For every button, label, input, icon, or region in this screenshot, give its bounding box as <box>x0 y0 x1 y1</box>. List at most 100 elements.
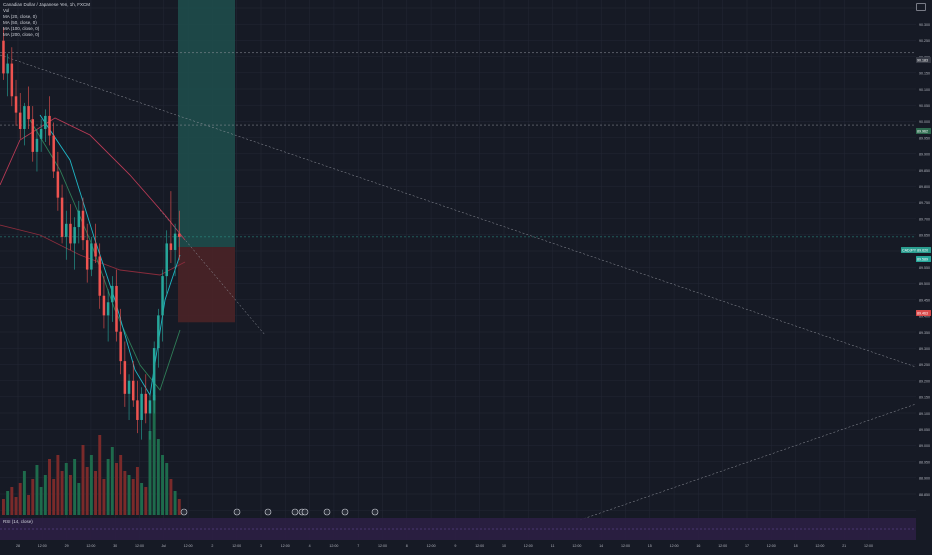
price-tick: 90.100 <box>919 88 930 92</box>
time-tick: 12:00 <box>232 544 241 548</box>
price-tick: 89.200 <box>919 379 930 383</box>
volume-bar <box>64 463 68 515</box>
volume-bar <box>173 491 177 515</box>
price-tag-label: 90.183 <box>917 59 928 63</box>
symbol-title[interactable]: Canadian Dollar / Japanese Yen, 1h, FXCM <box>3 2 90 8</box>
volume-bar <box>127 475 131 515</box>
volume-bar <box>148 431 152 515</box>
event-marker-icon[interactable] <box>341 508 349 516</box>
price-tick: 89.150 <box>919 396 930 400</box>
event-marker-icon[interactable] <box>180 508 188 516</box>
time-tick: 12:00 <box>281 544 290 548</box>
candle-body <box>173 233 177 250</box>
candle-body <box>161 276 164 316</box>
price-tag-label: 89.962 <box>917 130 928 134</box>
price-tick: 89.050 <box>919 428 930 432</box>
volume-bar <box>119 455 123 515</box>
time-tick: 12:00 <box>427 544 436 548</box>
candle-body <box>157 315 160 349</box>
candle-body <box>52 135 55 172</box>
fullscreen-icon[interactable] <box>916 3 926 11</box>
time-tick: 12:00 <box>378 544 387 548</box>
price-chart[interactable]: 90.30090.25090.20090.15090.10090.05090.0… <box>0 0 932 550</box>
time-tick: 11 <box>551 544 555 548</box>
volume-bar <box>110 447 114 515</box>
candle-body <box>18 112 22 129</box>
candle-body <box>136 400 139 420</box>
event-marker-icon[interactable] <box>323 508 331 516</box>
volume-bar <box>77 483 81 515</box>
event-marker-icon[interactable] <box>264 508 272 516</box>
volume-bar <box>106 459 110 515</box>
price-tick: 89.800 <box>919 185 930 189</box>
volume-bar <box>22 471 26 515</box>
volume-bar <box>35 465 39 515</box>
time-tick: 7 <box>357 544 359 548</box>
volume-bar <box>156 439 160 515</box>
volume-bar <box>39 487 43 515</box>
time-tick: 3 <box>260 544 262 548</box>
volume-bar <box>140 483 144 515</box>
event-marker-icon[interactable] <box>233 508 241 516</box>
event-marker-icon[interactable] <box>301 508 309 516</box>
time-tick: 15 <box>648 544 652 548</box>
volume-bar <box>102 479 106 515</box>
time-tick: 12:00 <box>670 544 679 548</box>
event-marker-icon[interactable] <box>291 508 299 516</box>
candle-body <box>77 210 81 228</box>
candle-body <box>152 348 156 401</box>
volume-bar <box>169 479 173 515</box>
time-tick: 12:00 <box>86 544 95 548</box>
candle-body <box>90 243 93 270</box>
price-tick: 89.350 <box>919 331 930 335</box>
volume-bar <box>14 497 18 515</box>
candle-body <box>94 243 97 257</box>
chart-area[interactable]: 90.30090.25090.20090.15090.10090.05090.0… <box>0 0 932 550</box>
candle-body <box>2 40 5 74</box>
price-tick: 89.900 <box>919 153 930 157</box>
candle-body <box>106 302 110 316</box>
price-tick: 89.300 <box>919 347 930 351</box>
time-tick: 14 <box>599 544 603 548</box>
candle-body <box>10 63 14 97</box>
candle-body <box>27 106 30 120</box>
price-tick: 89.850 <box>919 169 930 173</box>
stop-zone[interactable] <box>178 247 235 323</box>
price-tick: 90.050 <box>919 104 930 108</box>
chart-background <box>0 0 932 550</box>
candle-body <box>165 243 168 277</box>
time-tick: Jul <box>161 544 166 548</box>
price-tick: 89.750 <box>919 201 930 205</box>
price-tick: 89.950 <box>919 136 930 140</box>
candle-body <box>144 393 148 414</box>
price-axis[interactable] <box>916 0 932 550</box>
time-tick: 12:00 <box>475 544 484 548</box>
price-tick: 88.900 <box>919 477 930 481</box>
candle-body <box>73 227 76 244</box>
candle-body <box>65 223 68 237</box>
candle-body <box>85 240 89 270</box>
candle-body <box>123 361 127 394</box>
price-tick: 89.500 <box>919 282 930 286</box>
price-tick: 90.250 <box>919 39 930 43</box>
time-tick: 12:00 <box>767 544 776 548</box>
volume-bar <box>135 467 139 515</box>
price-tick: 88.850 <box>919 493 930 497</box>
time-tick: 12:00 <box>329 544 338 548</box>
candle-body <box>169 243 173 250</box>
price-tick: 89.650 <box>919 234 930 238</box>
rsi-label[interactable]: RSI (14, close) <box>3 519 33 524</box>
event-marker-icon[interactable] <box>371 508 379 516</box>
time-tick: 12:00 <box>572 544 581 548</box>
candle-body <box>127 380 131 394</box>
target-zone[interactable] <box>178 0 235 248</box>
candle-body <box>131 380 135 401</box>
volume-bar <box>27 495 31 515</box>
volume-bar <box>73 459 77 515</box>
candle-body <box>48 115 51 136</box>
candle-body <box>14 96 18 113</box>
price-tick: 90.000 <box>919 120 930 124</box>
time-tick: 12:00 <box>135 544 144 548</box>
ma200-indicator[interactable]: MA (200, close, 0) <box>3 32 90 38</box>
price-tag-label: 89.463 <box>917 312 928 316</box>
